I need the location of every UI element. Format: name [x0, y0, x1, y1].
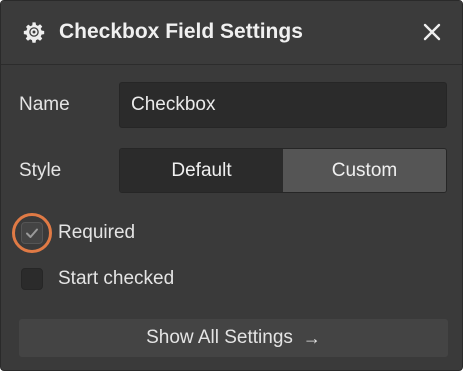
panel-title: Checkbox Field Settings — [59, 20, 303, 43]
close-icon[interactable] — [422, 22, 442, 42]
start-checked-checkbox[interactable] — [21, 268, 43, 290]
style-segmented-control: Default Custom — [119, 148, 447, 193]
name-field[interactable] — [119, 82, 447, 128]
show-all-settings-button[interactable]: Show All Settings → — [19, 319, 448, 357]
gear-icon — [23, 22, 45, 43]
checkbox-field-settings-panel: Checkbox Field Settings Name Style Defau… — [0, 0, 463, 371]
show-all-settings-label: Show All Settings — [146, 327, 293, 348]
name-label: Name — [19, 94, 70, 115]
style-option-default[interactable]: Default — [120, 149, 283, 192]
style-option-custom[interactable]: Custom — [283, 149, 446, 192]
required-label[interactable]: Required — [58, 221, 135, 245]
required-checkbox[interactable] — [21, 222, 43, 244]
arrow-right-icon: → — [302, 327, 321, 348]
start-checked-label[interactable]: Start checked — [58, 267, 174, 291]
style-label: Style — [19, 160, 62, 181]
panel-header: Checkbox Field Settings — [1, 1, 462, 65]
checkmark-icon — [26, 228, 38, 238]
